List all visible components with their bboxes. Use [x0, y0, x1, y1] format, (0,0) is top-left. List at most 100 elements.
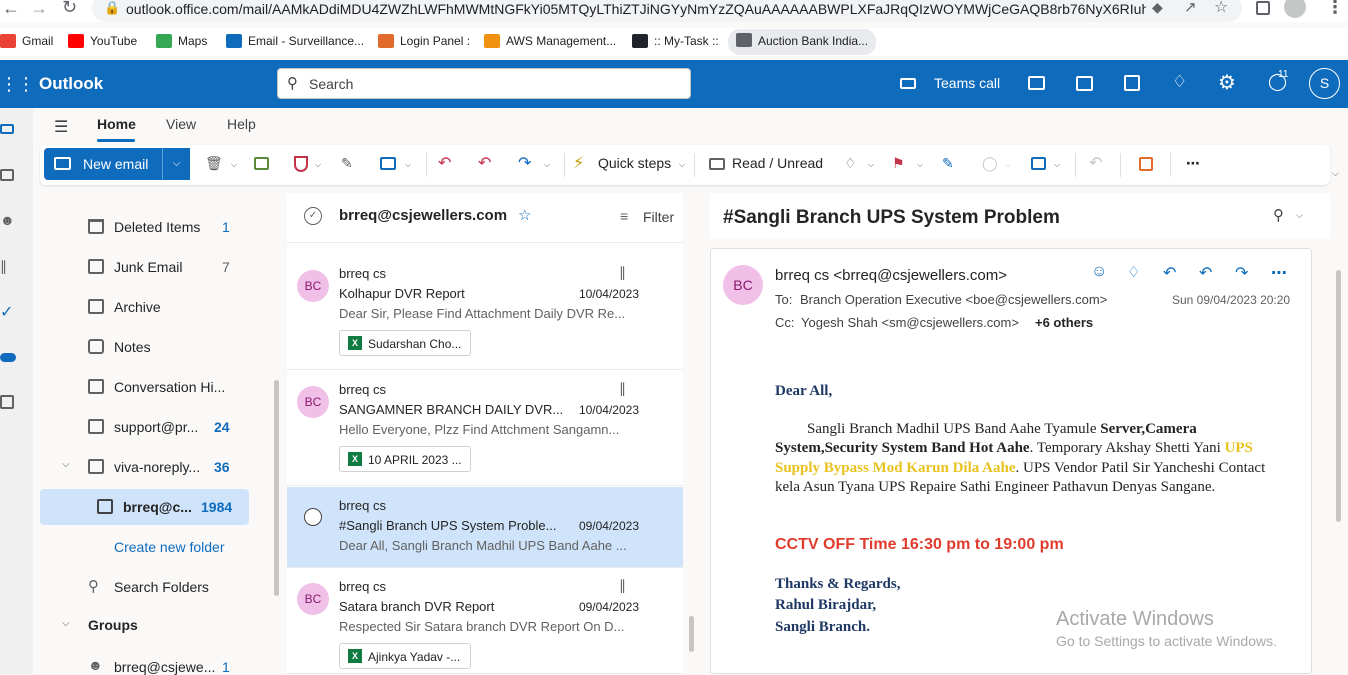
app-launcher-icon[interactable]: ⋮⋮: [0, 74, 35, 95]
folder-viva-noreply[interactable]: ⌵ viva-noreply... 36: [40, 449, 249, 485]
more-actions-icon[interactable]: ⋯: [1271, 263, 1287, 283]
move-chevron-icon[interactable]: ⌵: [405, 160, 411, 170]
chat-icon[interactable]: [1028, 76, 1045, 90]
zoom-chevron-icon[interactable]: ⌵: [1296, 210, 1303, 221]
cc-recipient[interactable]: Yogesh Shah <sm@csjewellers.com>: [801, 315, 1019, 330]
pin-icon[interactable]: ✎: [942, 155, 954, 172]
select-all-icon[interactable]: ✓: [304, 207, 322, 225]
onedrive-icon[interactable]: [0, 353, 16, 362]
filter-button[interactable]: Filter: [643, 209, 674, 225]
undo-icon[interactable]: ↶: [1089, 153, 1102, 173]
folder-conversation-history[interactable]: Conversation Hi...: [40, 369, 249, 405]
url-text[interactable]: outlook.office.com/mail/AAMkADdiMDU4ZWZh…: [126, 1, 1146, 17]
search-folders-item[interactable]: Search Folders: [114, 579, 209, 595]
bookmark-gmail[interactable]: Gmail: [0, 32, 53, 54]
to-recipient[interactable]: Branch Operation Executive <boe@csjewell…: [800, 292, 1107, 307]
video-icon[interactable]: [900, 78, 916, 89]
emoji-icon[interactable]: ☺: [1091, 263, 1107, 281]
forward-reading-icon[interactable]: ↷: [1235, 263, 1248, 283]
folder-brreq[interactable]: brreq@c... 1984: [40, 489, 249, 525]
forward-mail-icon[interactable]: ↷: [518, 153, 531, 173]
tag-icon[interactable]: ♢: [844, 155, 857, 172]
bookmark-mytask[interactable]: :: My-Task ::: [632, 32, 719, 54]
apps-icon[interactable]: [0, 395, 14, 409]
teams-call-button[interactable]: Teams call: [934, 75, 1000, 91]
addins-icon[interactable]: [1139, 157, 1153, 171]
bookmark-email[interactable]: Email - Surveillance...: [226, 32, 364, 54]
reading-scrollbar[interactable]: [1336, 270, 1341, 522]
rules-icon[interactable]: [1031, 157, 1046, 170]
attachment-chip[interactable]: X Ajinkya Yadav -...: [339, 643, 471, 669]
folder-archive[interactable]: Archive: [40, 289, 249, 325]
filter-icon[interactable]: ≡: [620, 208, 628, 224]
attach-rail-icon[interactable]: ∥: [0, 258, 7, 275]
bookmark-aws[interactable]: AWS Management...: [484, 32, 616, 54]
delete-icon[interactable]: 🗑: [205, 155, 223, 172]
reload-icon[interactable]: ↻: [62, 0, 77, 18]
todo-icon[interactable]: ✓: [0, 302, 13, 322]
account-avatar[interactable]: S: [1309, 68, 1340, 99]
folder-deleted-items[interactable]: Deleted Items 1: [40, 209, 249, 245]
groups-header[interactable]: Groups: [88, 617, 138, 633]
folder-scrollbar[interactable]: [274, 380, 279, 596]
menu-icon[interactable]: ⋮: [1326, 0, 1344, 18]
sweep-icon[interactable]: ✎: [341, 155, 353, 172]
back-icon[interactable]: ←: [2, 0, 20, 19]
bookmark-maps[interactable]: Maps: [156, 32, 207, 54]
list-item[interactable]: BC brreq cs ∥ Kolhapur DVR Report 10/04/…: [287, 255, 683, 370]
envelope-open-icon[interactable]: [709, 158, 725, 170]
quick-steps-chevron-icon[interactable]: ⌵: [679, 160, 685, 170]
quick-steps-button[interactable]: Quick steps: [598, 155, 671, 171]
report-icon[interactable]: [294, 156, 308, 172]
list-scrollbar[interactable]: [689, 616, 694, 652]
sidepanel-icon[interactable]: [1256, 1, 1270, 15]
favorite-star-icon[interactable]: ☆: [518, 206, 531, 224]
hamburger-icon[interactable]: ☰: [54, 117, 68, 137]
tab-help[interactable]: Help: [227, 116, 256, 132]
more-options-icon[interactable]: ⋯: [1186, 155, 1200, 172]
tab-home[interactable]: Home: [97, 116, 136, 132]
flag-chevron-icon[interactable]: ⌵: [917, 160, 923, 170]
gear-icon[interactable]: ⚙: [1218, 70, 1236, 95]
reply-all-mail-icon[interactable]: ↶: [1199, 263, 1212, 283]
zoom-icon[interactable]: ⚲: [1273, 206, 1284, 224]
select-radio[interactable]: [304, 508, 322, 526]
forward-icon[interactable]: →: [30, 0, 48, 19]
list-item[interactable]: BC brreq cs ∥ Satara branch DVR Report 0…: [287, 568, 683, 674]
bookmark-login[interactable]: Login Panel :: [378, 32, 470, 54]
lock-icon[interactable]: 🔒: [104, 0, 120, 16]
group-item-label[interactable]: brreq@csjewe...: [114, 659, 215, 675]
snooze-icon[interactable]: ◯: [982, 155, 998, 172]
cc-more[interactable]: +6 others: [1035, 315, 1093, 330]
tab-view[interactable]: View: [166, 116, 196, 132]
bookmark-youtube[interactable]: YouTube: [68, 32, 137, 54]
search-input[interactable]: ⚲ Search: [277, 68, 691, 99]
rules-chevron-icon[interactable]: ⌵: [1054, 160, 1060, 170]
folder-support[interactable]: support@pr... 24: [40, 409, 249, 445]
bell-icon[interactable]: ♢: [1172, 72, 1187, 92]
lightning-icon[interactable]: ⚡: [573, 153, 584, 173]
archive-ribbon-icon[interactable]: [254, 157, 269, 170]
folder-junk-email[interactable]: Junk Email 7: [40, 249, 249, 285]
list-item-selected[interactable]: brreq cs #Sangli Branch UPS System Probl…: [287, 487, 683, 568]
share-icon[interactable]: ↗: [1184, 0, 1197, 16]
folder-notes[interactable]: Notes: [40, 329, 249, 365]
tasks-icon[interactable]: [1124, 75, 1140, 91]
bookmark-auction[interactable]: Auction Bank India...: [728, 29, 877, 55]
report-chevron-icon[interactable]: ⌵: [315, 160, 321, 170]
reply-mail-icon[interactable]: ↶: [1163, 263, 1176, 283]
calendar-icon[interactable]: [0, 169, 14, 181]
create-folder-link[interactable]: Create new folder: [114, 539, 225, 555]
list-item[interactable]: BC brreq cs ∥ SANGAMNER BRANCH DAILY DVR…: [287, 371, 683, 486]
star-icon[interactable]: ☆: [1214, 0, 1228, 17]
install-icon[interactable]: ◆: [1152, 0, 1163, 16]
reply-icon[interactable]: ↶: [438, 153, 451, 173]
loop-icon[interactable]: ♢: [1127, 263, 1140, 281]
attachment-chip[interactable]: X Sudarshan Cho...: [339, 330, 471, 356]
mail-icon[interactable]: [0, 124, 14, 134]
new-email-dropdown[interactable]: ⌵: [162, 148, 190, 180]
flag-icon[interactable]: ⚑: [892, 155, 905, 172]
tag-chevron-icon[interactable]: ⌵: [868, 160, 874, 170]
chevron-down-icon[interactable]: ⌵: [62, 459, 70, 470]
profile-icon[interactable]: [1284, 0, 1306, 18]
